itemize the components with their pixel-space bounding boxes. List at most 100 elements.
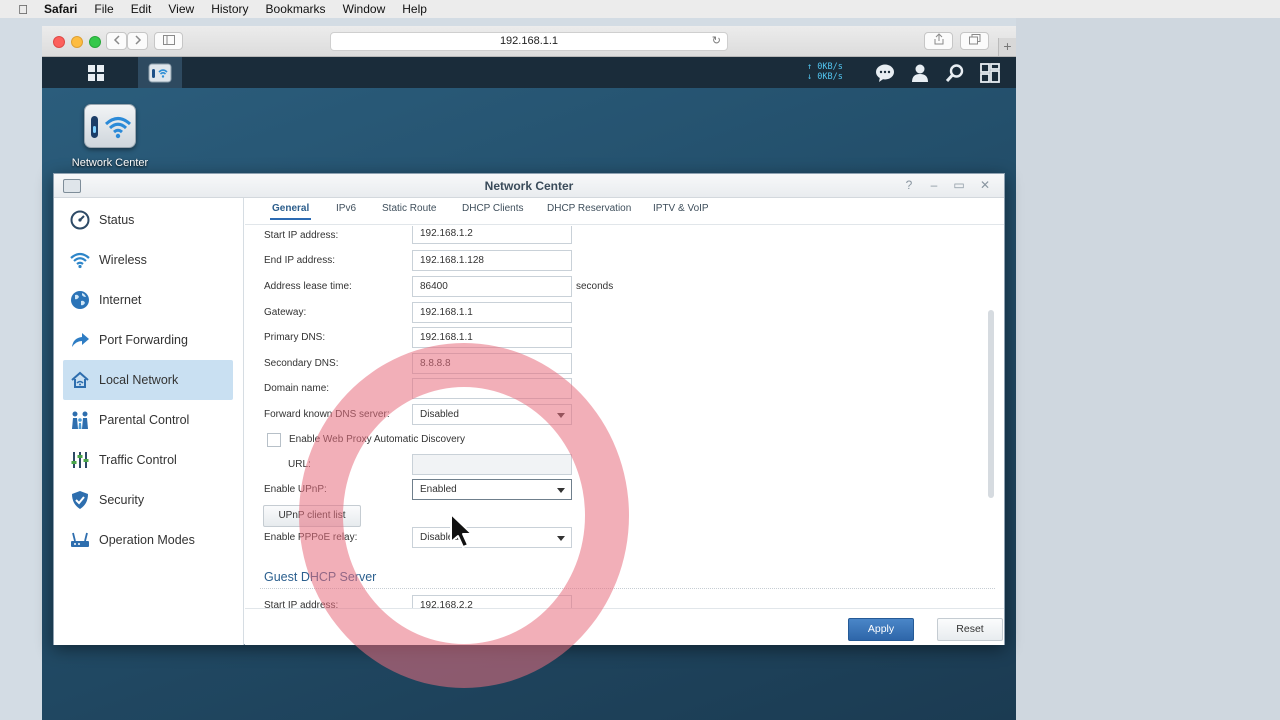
address-bar[interactable]: 192.168.1.1 ↻	[330, 32, 728, 51]
section-divider	[260, 588, 995, 589]
tab-dhcp-reservation[interactable]: DHCP Reservation	[547, 203, 631, 214]
minimize-window-icon[interactable]	[71, 36, 83, 48]
maximize-icon[interactable]: ▭	[952, 178, 966, 192]
guest-start-ip-label: Start IP address:	[264, 600, 339, 608]
sidebar: Status Wireless Internet Port Forwarding…	[54, 198, 244, 645]
upload-speed: 0KB/s	[817, 62, 843, 72]
reset-button[interactable]: Reset	[937, 618, 1003, 641]
dsm-taskbar: ↑ 0KB/s ↓ 0KB/s	[42, 57, 1016, 88]
network-center-icon	[84, 104, 136, 148]
help-icon[interactable]: ?	[902, 178, 916, 192]
sidebar-item-internet[interactable]: Internet	[63, 280, 233, 320]
tab-bar: General IPv6 Static Route DHCP Clients D…	[245, 198, 1004, 225]
sidebar-item-operation-modes[interactable]: Operation Modes	[63, 520, 233, 560]
apple-icon[interactable]: 	[16, 2, 30, 17]
search-icon[interactable]	[945, 63, 965, 83]
new-tab-button[interactable]: +	[998, 38, 1016, 56]
sidebar-item-label: Wireless	[99, 253, 147, 267]
minimize-icon[interactable]: –	[927, 178, 941, 192]
chevron-down-icon	[557, 536, 565, 541]
tab-general[interactable]: General	[269, 203, 312, 220]
upnp-client-list-button[interactable]: UPnP client list	[263, 505, 361, 527]
start-ip-label: Start IP address:	[264, 230, 339, 241]
domain-name-label: Domain name:	[264, 383, 330, 394]
sidebar-item-port-forwarding[interactable]: Port Forwarding	[63, 320, 233, 360]
download-speed: 0KB/s	[817, 72, 843, 82]
upnp-select[interactable]: Enabled	[412, 479, 572, 500]
pppoe-relay-label: Enable PPPoE relay:	[264, 532, 358, 543]
home-icon	[69, 369, 91, 391]
widgets-icon[interactable]	[980, 63, 1000, 83]
forward-button[interactable]	[127, 32, 148, 50]
sidebar-item-label: Local Network	[99, 373, 179, 387]
shield-icon	[69, 489, 91, 511]
tabs-overview-button[interactable]	[960, 32, 989, 50]
reload-icon[interactable]: ↻	[712, 33, 721, 50]
router-icon	[69, 529, 91, 551]
sidebar-item-label: Port Forwarding	[99, 333, 188, 347]
menu-edit[interactable]: Edit	[131, 2, 152, 16]
end-ip-input[interactable]: 192.168.1.128	[412, 250, 572, 271]
zoom-window-icon[interactable]	[89, 36, 101, 48]
gauge-icon	[69, 209, 91, 231]
upnp-label: Enable UPnP:	[264, 484, 327, 495]
url-input[interactable]	[412, 454, 572, 475]
sidebar-item-wireless[interactable]: Wireless	[63, 240, 233, 280]
chevron-right-icon	[134, 35, 141, 45]
main-menu-button[interactable]	[74, 57, 118, 88]
menu-view[interactable]: View	[168, 2, 194, 16]
close-icon[interactable]: ✕	[978, 178, 992, 192]
sidebar-item-label: Security	[99, 493, 145, 507]
user-icon[interactable]	[910, 63, 930, 83]
tab-iptv-voip[interactable]: IPTV & VoIP	[653, 203, 709, 214]
desktop-shortcut-label: Network Center	[71, 157, 149, 169]
share-button[interactable]	[924, 32, 953, 50]
start-ip-input[interactable]: 192.168.1.2	[412, 226, 572, 244]
lease-time-unit: seconds	[576, 281, 614, 292]
primary-dns-input[interactable]: 192.168.1.1	[412, 327, 572, 348]
lease-time-input[interactable]: 86400	[412, 276, 572, 297]
pppoe-relay-select[interactable]: Disabled	[412, 527, 572, 548]
family-icon	[69, 409, 91, 431]
sidebar-toggle-button[interactable]	[154, 32, 183, 50]
tab-ipv6[interactable]: IPv6	[336, 203, 356, 214]
sidebar-item-status[interactable]: Status	[63, 200, 233, 240]
wpad-checkbox[interactable]	[267, 433, 281, 447]
gateway-input[interactable]: 192.168.1.1	[412, 302, 572, 323]
tab-static-route[interactable]: Static Route	[382, 203, 436, 214]
menu-history[interactable]: History	[211, 2, 248, 16]
menu-help[interactable]: Help	[402, 2, 427, 16]
sidebar-item-parental-control[interactable]: Parental Control	[63, 400, 233, 440]
close-window-icon[interactable]	[53, 36, 65, 48]
window-titlebar[interactable]: Network Center ? – ▭ ✕	[54, 174, 1004, 198]
upnp-value: Enabled	[420, 484, 457, 495]
url-label: URL:	[288, 459, 311, 470]
form-scrollbar[interactable]	[988, 310, 994, 498]
forward-dns-select[interactable]: Disabled	[412, 404, 572, 425]
mac-desktop-background	[1016, 18, 1280, 720]
tab-dhcp-clients[interactable]: DHCP Clients	[462, 203, 524, 214]
menu-bookmarks[interactable]: Bookmarks	[266, 2, 326, 16]
network-center-window: Network Center ? – ▭ ✕ Status Wireless I…	[53, 173, 1005, 645]
guest-start-ip-input[interactable]: 192.168.2.2	[412, 595, 572, 608]
sidebar-item-local-network[interactable]: Local Network	[63, 360, 233, 400]
sidebar-item-security[interactable]: Security	[63, 480, 233, 520]
desktop-shortcut-network-center[interactable]: Network Center	[70, 104, 150, 169]
back-button[interactable]	[106, 32, 127, 50]
globe-icon	[69, 289, 91, 311]
chevron-left-icon	[113, 35, 120, 45]
taskbar-network-center[interactable]	[138, 57, 182, 88]
sidebar-item-traffic-control[interactable]: Traffic Control	[63, 440, 233, 480]
domain-name-input[interactable]	[412, 378, 572, 399]
secondary-dns-label: Secondary DNS:	[264, 358, 339, 369]
apply-button[interactable]: Apply	[848, 618, 914, 641]
chat-icon[interactable]	[875, 63, 895, 83]
network-center-app-icon	[148, 63, 172, 82]
menu-window[interactable]: Window	[343, 2, 386, 16]
menu-safari[interactable]: Safari	[44, 2, 77, 16]
sidebar-item-label: Internet	[99, 293, 142, 307]
secondary-dns-input[interactable]: 8.8.8.8	[412, 353, 572, 374]
chevron-down-icon	[557, 488, 565, 493]
menu-file[interactable]: File	[94, 2, 113, 16]
grid-icon	[88, 64, 104, 81]
